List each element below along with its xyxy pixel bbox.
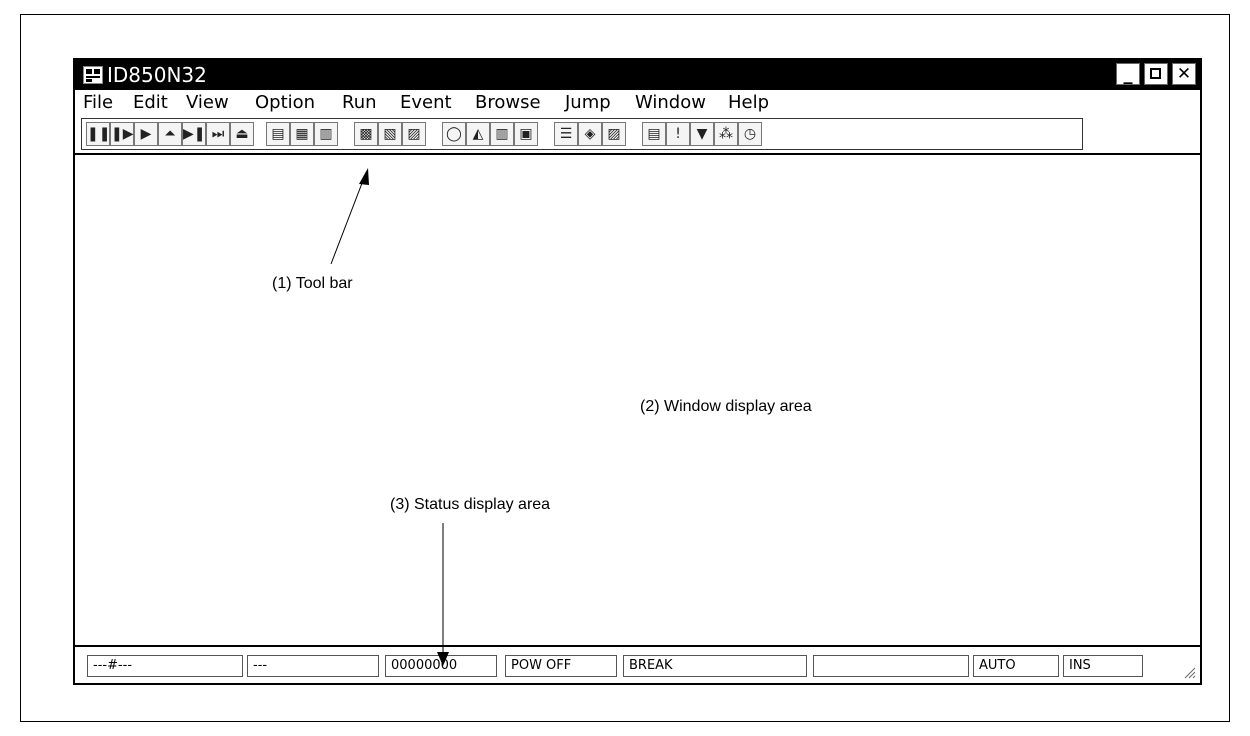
status-arrowhead <box>437 652 449 666</box>
window-area-annotation: (2) Window display area <box>640 398 812 415</box>
status-area-annotation: (3) Status display area <box>390 496 551 513</box>
toolbar-arrowhead <box>359 168 369 185</box>
toolbar-annotation: (1) Tool bar <box>272 275 353 292</box>
toolbar-callout-line <box>330 177 365 265</box>
callout-arrows <box>330 168 449 666</box>
